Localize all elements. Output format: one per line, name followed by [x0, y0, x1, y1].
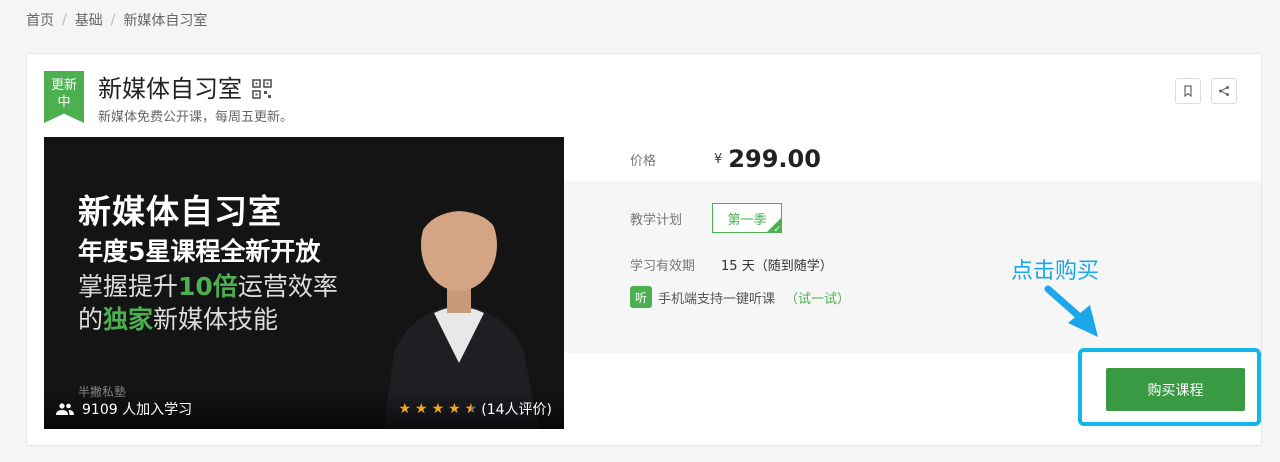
- qr-code-icon[interactable]: [252, 77, 272, 99]
- course-title-row: 新媒体自习室: [98, 69, 272, 104]
- validity-value: 15 天（随到随学）: [721, 259, 833, 274]
- course-subtitle: 新媒体免费公开课，每周五更新。: [98, 110, 294, 125]
- listen-text: 手机端支持一键听课: [658, 291, 776, 307]
- listen-icon: 听: [630, 286, 652, 308]
- plan-label: 教学计划: [630, 212, 683, 228]
- star-icon: ★: [431, 401, 445, 417]
- breadcrumb-category[interactable]: 基础: [75, 10, 103, 30]
- cover-text: 新媒体自习室 年度5星课程全新开放 掌握提升10倍运营效率 的独家新媒体技能: [78, 192, 338, 336]
- star-icon: ★: [398, 401, 411, 417]
- price-label: 价格: [630, 153, 657, 169]
- rating: ★ ★ ★ ★ ★★ (14人评价): [398, 399, 552, 419]
- update-badge-line1: 更新: [50, 78, 77, 93]
- annotation-text: 点击购买: [1011, 259, 1100, 284]
- validity-label: 学习有效期: [630, 259, 696, 274]
- people-icon: [56, 403, 74, 415]
- trial-link[interactable]: （试一试）: [785, 288, 850, 307]
- plan-section: 教学计划 第一季 ✓ 学习有效期 15 天（随到随学） 听 手机端支持一键听课 …: [564, 181, 1261, 353]
- buy-course-button[interactable]: 购买课程: [1106, 368, 1245, 411]
- breadcrumb-current: 新媒体自习室: [123, 13, 208, 29]
- cover-tagline-2: 的独家新媒体技能: [78, 305, 279, 334]
- course-card: 更新 中 新媒体自习室 新媒体免费公开课，每周五更新。 新媒体自习室 年度5星课…: [26, 53, 1262, 446]
- price-currency: ¥: [714, 151, 723, 167]
- cover-subtitle: 年度5星课程全新开放: [78, 237, 321, 266]
- update-badge: 更新 中: [44, 71, 84, 123]
- breadcrumb-home[interactable]: 首页: [26, 10, 54, 30]
- half-star-icon: ★★: [464, 401, 478, 417]
- validity-row: 学习有效期 15 天（随到随学）: [630, 255, 833, 274]
- check-icon: ✓: [766, 217, 783, 233]
- breadcrumb-separator: /: [62, 12, 67, 28]
- star-icon: ★: [448, 401, 461, 417]
- season-label: 第一季: [727, 212, 767, 228]
- annotation-arrow-icon: [1044, 285, 1098, 337]
- bookmark-icon[interactable]: [1175, 78, 1201, 104]
- learner-count: 9109 人加入学习: [56, 399, 192, 419]
- listen-row: 听 手机端支持一键听课 （试一试）: [630, 286, 850, 308]
- card-actions: [1175, 78, 1237, 104]
- learner-count-text: 9109 人加入学习: [82, 402, 193, 418]
- cover-tagline-1: 掌握提升10倍运营效率: [78, 272, 338, 301]
- breadcrumb-separator: /: [110, 12, 116, 28]
- share-icon[interactable]: [1211, 78, 1237, 104]
- breadcrumb: 首页 / 基础 / 新媒体自习室: [26, 10, 207, 30]
- star-icon: ★: [415, 401, 428, 417]
- cover-footer: 9109 人加入学习 ★ ★ ★ ★ ★★ (14人评价): [44, 389, 564, 429]
- course-title: 新媒体自习室: [98, 75, 242, 103]
- price-value: 299.00: [728, 145, 821, 173]
- price-row: 价格 ¥ 299.00: [630, 137, 821, 181]
- review-count: (14人评价): [481, 402, 552, 418]
- season-option[interactable]: 第一季 ✓: [712, 203, 783, 233]
- update-badge-line2: 中: [57, 95, 71, 110]
- cover-title: 新媒体自习室: [78, 192, 282, 231]
- plan-row: 教学计划 第一季 ✓: [630, 203, 783, 233]
- course-cover-image[interactable]: 新媒体自习室 年度5星课程全新开放 掌握提升10倍运营效率 的独家新媒体技能 半…: [44, 137, 564, 429]
